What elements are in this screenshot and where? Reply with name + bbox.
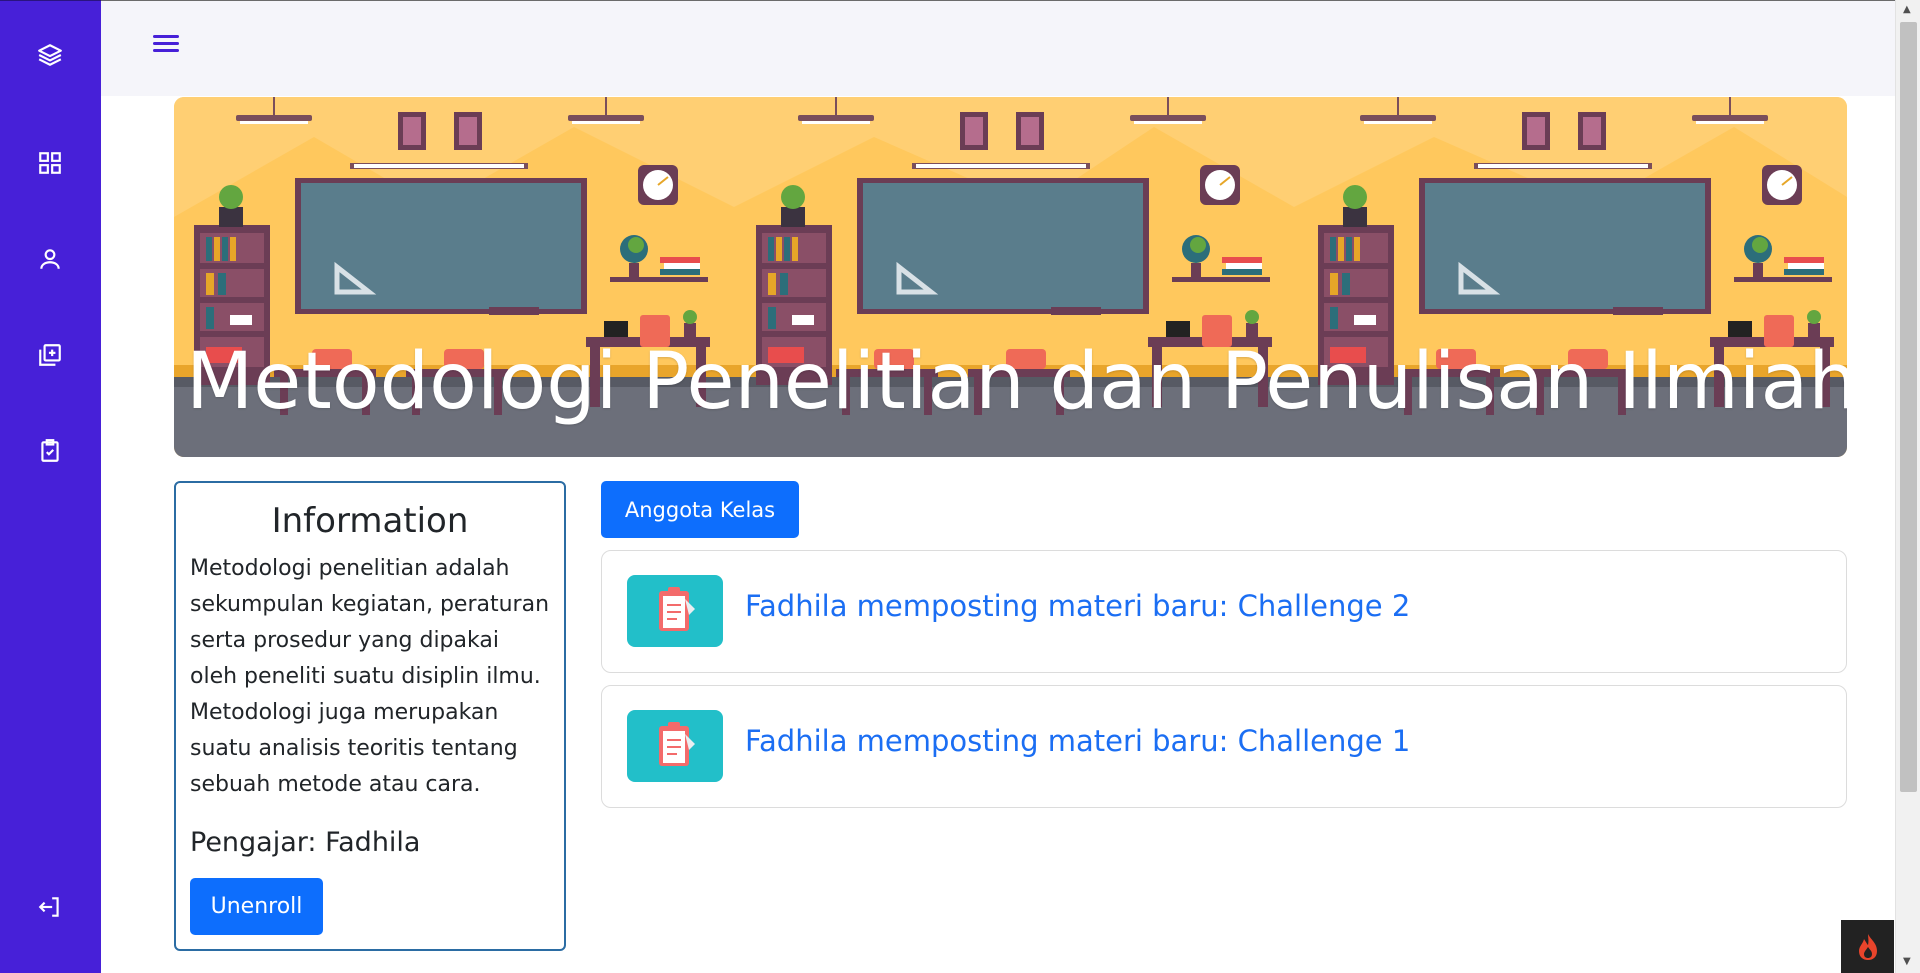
vertical-scrollbar[interactable]: ▲ ▼ <box>1895 0 1920 973</box>
post-item[interactable]: Fadhila memposting materi baru: Challeng… <box>601 550 1847 673</box>
sidebar <box>0 0 101 973</box>
teacher-label: Pengajar: Fadhila <box>190 827 421 858</box>
layers-icon[interactable] <box>36 41 64 69</box>
hamburger-menu-icon[interactable] <box>153 31 183 61</box>
post-link[interactable]: Fadhila memposting materi baru: Challeng… <box>745 589 1410 623</box>
post-item[interactable]: Fadhila memposting materi baru: Challeng… <box>601 685 1847 808</box>
dashboard-grid-icon[interactable] <box>36 149 64 177</box>
information-card: Information Metodologi penelitian adalah… <box>174 481 566 951</box>
post-link[interactable]: Fadhila memposting materi baru: Challeng… <box>745 724 1410 758</box>
user-icon[interactable] <box>36 245 64 273</box>
clipboard-icon <box>627 710 723 782</box>
scroll-down-icon[interactable]: ▼ <box>1903 956 1911 967</box>
clipboard-icon <box>627 575 723 647</box>
add-copy-icon[interactable] <box>36 341 64 369</box>
class-title: Metodologi Penelitian dan Penulisan Ilmi… <box>186 337 1847 427</box>
scroll-thumb[interactable] <box>1900 22 1917 792</box>
clipboard-check-icon[interactable] <box>36 437 64 465</box>
fire-icon[interactable] <box>1841 920 1894 973</box>
unenroll-button[interactable]: Unenroll <box>190 878 323 935</box>
logout-icon[interactable] <box>36 893 64 921</box>
topbar <box>101 0 1895 96</box>
info-description: Metodologi penelitian adalah sekumpulan … <box>190 556 550 797</box>
class-banner: Metodologi Penelitian dan Penulisan Ilmi… <box>174 97 1847 457</box>
info-title: Information <box>271 501 469 541</box>
class-members-button[interactable]: Anggota Kelas <box>601 481 799 538</box>
scroll-up-icon[interactable]: ▲ <box>1903 4 1911 15</box>
